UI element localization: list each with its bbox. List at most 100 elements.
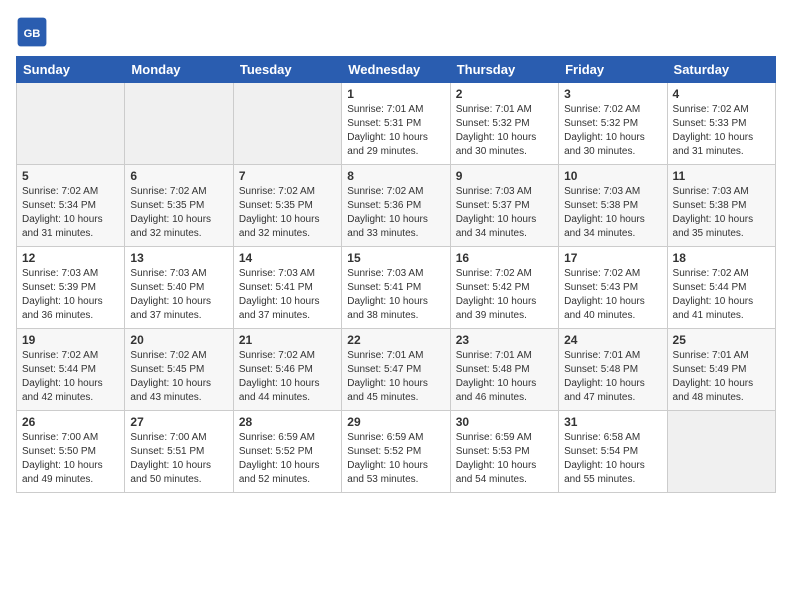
page-header: GB [16, 16, 776, 48]
day-number: 2 [456, 87, 553, 101]
day-info: Sunrise: 6:59 AM Sunset: 5:53 PM Dayligh… [456, 431, 553, 487]
day-info: Sunrise: 7:03 AM Sunset: 5:41 PM Dayligh… [347, 267, 444, 323]
weekday-header-row: SundayMondayTuesdayWednesdayThursdayFrid… [17, 57, 776, 83]
day-number: 4 [673, 87, 770, 101]
day-info: Sunrise: 7:02 AM Sunset: 5:42 PM Dayligh… [456, 267, 553, 323]
svg-text:GB: GB [24, 28, 41, 40]
day-cell: 24 Sunrise: 7:01 AM Sunset: 5:48 PM Dayli… [559, 329, 667, 411]
day-cell: 11 Sunrise: 7:03 AM Sunset: 5:38 PM Dayli… [667, 165, 775, 247]
day-number: 30 [456, 415, 553, 429]
day-number: 31 [564, 415, 661, 429]
day-cell: 1 Sunrise: 7:01 AM Sunset: 5:31 PM Daylig… [342, 83, 450, 165]
day-cell: 15 Sunrise: 7:03 AM Sunset: 5:41 PM Dayli… [342, 247, 450, 329]
day-info: Sunrise: 7:01 AM Sunset: 5:32 PM Dayligh… [456, 103, 553, 159]
day-number: 16 [456, 251, 553, 265]
day-cell: 30 Sunrise: 6:59 AM Sunset: 5:53 PM Dayli… [450, 411, 558, 493]
day-cell [667, 411, 775, 493]
day-cell: 7Sunrise: 7:02 AM Sunset: 5:35 PM Daylig… [233, 165, 341, 247]
day-number: 13 [130, 251, 227, 265]
day-number: 27 [130, 415, 227, 429]
weekday-header-wednesday: Wednesday [342, 57, 450, 83]
day-cell: 28 Sunrise: 6:59 AM Sunset: 5:52 PM Dayli… [233, 411, 341, 493]
day-info: Sunrise: 7:02 AM Sunset: 5:34 PM Dayligh… [22, 185, 119, 241]
day-cell: 10Sunrise: 7:03 AM Sunset: 5:38 PM Dayli… [559, 165, 667, 247]
day-number: 3 [564, 87, 661, 101]
day-info: Sunrise: 7:02 AM Sunset: 5:33 PM Dayligh… [673, 103, 770, 159]
day-info: Sunrise: 7:02 AM Sunset: 5:43 PM Dayligh… [564, 267, 661, 323]
weekday-header-saturday: Saturday [667, 57, 775, 83]
day-cell: 13 Sunrise: 7:03 AM Sunset: 5:40 PM Dayli… [125, 247, 233, 329]
day-number: 9 [456, 169, 553, 183]
day-info: Sunrise: 6:59 AM Sunset: 5:52 PM Dayligh… [239, 431, 336, 487]
weekday-header-tuesday: Tuesday [233, 57, 341, 83]
day-cell: 18Sunrise: 7:02 AM Sunset: 5:44 PM Dayli… [667, 247, 775, 329]
weekday-header-monday: Monday [125, 57, 233, 83]
day-number: 23 [456, 333, 553, 347]
day-number: 19 [22, 333, 119, 347]
day-number: 1 [347, 87, 444, 101]
day-info: Sunrise: 7:01 AM Sunset: 5:48 PM Dayligh… [456, 349, 553, 405]
day-cell: 25 Sunrise: 7:01 AM Sunset: 5:49 PM Dayli… [667, 329, 775, 411]
day-info: Sunrise: 7:00 AM Sunset: 5:50 PM Dayligh… [22, 431, 119, 487]
day-number: 25 [673, 333, 770, 347]
weekday-header-friday: Friday [559, 57, 667, 83]
day-info: Sunrise: 7:03 AM Sunset: 5:38 PM Dayligh… [564, 185, 661, 241]
day-cell: 5 Sunrise: 7:02 AM Sunset: 5:34 PM Daylig… [17, 165, 125, 247]
week-row-4: 19Sunrise: 7:02 AM Sunset: 5:44 PM Dayli… [17, 329, 776, 411]
day-cell [17, 83, 125, 165]
weekday-header-thursday: Thursday [450, 57, 558, 83]
day-number: 29 [347, 415, 444, 429]
day-info: Sunrise: 6:58 AM Sunset: 5:54 PM Dayligh… [564, 431, 661, 487]
day-cell: 19Sunrise: 7:02 AM Sunset: 5:44 PM Dayli… [17, 329, 125, 411]
day-info: Sunrise: 7:01 AM Sunset: 5:47 PM Dayligh… [347, 349, 444, 405]
day-info: Sunrise: 7:03 AM Sunset: 5:37 PM Dayligh… [456, 185, 553, 241]
day-number: 11 [673, 169, 770, 183]
day-cell: 27 Sunrise: 7:00 AM Sunset: 5:51 PM Dayli… [125, 411, 233, 493]
day-number: 21 [239, 333, 336, 347]
day-cell: 16 Sunrise: 7:02 AM Sunset: 5:42 PM Dayli… [450, 247, 558, 329]
day-info: Sunrise: 7:02 AM Sunset: 5:32 PM Dayligh… [564, 103, 661, 159]
calendar-table: SundayMondayTuesdayWednesdayThursdayFrid… [16, 56, 776, 493]
day-number: 26 [22, 415, 119, 429]
day-cell: 12Sunrise: 7:03 AM Sunset: 5:39 PM Dayli… [17, 247, 125, 329]
day-cell: 3 Sunrise: 7:02 AM Sunset: 5:32 PM Daylig… [559, 83, 667, 165]
day-number: 15 [347, 251, 444, 265]
day-number: 18 [673, 251, 770, 265]
day-cell: 9 Sunrise: 7:03 AM Sunset: 5:37 PM Daylig… [450, 165, 558, 247]
day-number: 22 [347, 333, 444, 347]
day-number: 28 [239, 415, 336, 429]
day-cell: 6 Sunrise: 7:02 AM Sunset: 5:35 PM Daylig… [125, 165, 233, 247]
day-cell: 20 Sunrise: 7:02 AM Sunset: 5:45 PM Dayli… [125, 329, 233, 411]
day-info: Sunrise: 7:01 AM Sunset: 5:48 PM Dayligh… [564, 349, 661, 405]
day-number: 5 [22, 169, 119, 183]
day-number: 6 [130, 169, 227, 183]
day-cell: 23 Sunrise: 7:01 AM Sunset: 5:48 PM Dayli… [450, 329, 558, 411]
week-row-2: 5 Sunrise: 7:02 AM Sunset: 5:34 PM Daylig… [17, 165, 776, 247]
day-cell: 2 Sunrise: 7:01 AM Sunset: 5:32 PM Daylig… [450, 83, 558, 165]
day-info: Sunrise: 7:03 AM Sunset: 5:40 PM Dayligh… [130, 267, 227, 323]
day-cell: 31 Sunrise: 6:58 AM Sunset: 5:54 PM Dayli… [559, 411, 667, 493]
week-row-1: 1 Sunrise: 7:01 AM Sunset: 5:31 PM Daylig… [17, 83, 776, 165]
day-number: 24 [564, 333, 661, 347]
day-info: Sunrise: 7:02 AM Sunset: 5:35 PM Dayligh… [130, 185, 227, 241]
logo: GB [16, 16, 52, 48]
day-cell: 14Sunrise: 7:03 AM Sunset: 5:41 PM Dayli… [233, 247, 341, 329]
day-number: 17 [564, 251, 661, 265]
week-row-5: 26 Sunrise: 7:00 AM Sunset: 5:50 PM Dayli… [17, 411, 776, 493]
day-info: Sunrise: 7:02 AM Sunset: 5:46 PM Dayligh… [239, 349, 336, 405]
day-info: Sunrise: 7:02 AM Sunset: 5:35 PM Dayligh… [239, 185, 336, 241]
day-info: Sunrise: 7:01 AM Sunset: 5:31 PM Dayligh… [347, 103, 444, 159]
weekday-header-sunday: Sunday [17, 57, 125, 83]
day-number: 20 [130, 333, 227, 347]
day-info: Sunrise: 7:00 AM Sunset: 5:51 PM Dayligh… [130, 431, 227, 487]
day-info: Sunrise: 7:03 AM Sunset: 5:38 PM Dayligh… [673, 185, 770, 241]
day-cell [233, 83, 341, 165]
day-cell: 21 Sunrise: 7:02 AM Sunset: 5:46 PM Dayli… [233, 329, 341, 411]
day-info: Sunrise: 6:59 AM Sunset: 5:52 PM Dayligh… [347, 431, 444, 487]
day-info: Sunrise: 7:02 AM Sunset: 5:36 PM Dayligh… [347, 185, 444, 241]
week-row-3: 12Sunrise: 7:03 AM Sunset: 5:39 PM Dayli… [17, 247, 776, 329]
day-cell: 8Sunrise: 7:02 AM Sunset: 5:36 PM Daylig… [342, 165, 450, 247]
day-cell: 17 Sunrise: 7:02 AM Sunset: 5:43 PM Dayli… [559, 247, 667, 329]
day-info: Sunrise: 7:02 AM Sunset: 5:45 PM Dayligh… [130, 349, 227, 405]
day-info: Sunrise: 7:01 AM Sunset: 5:49 PM Dayligh… [673, 349, 770, 405]
